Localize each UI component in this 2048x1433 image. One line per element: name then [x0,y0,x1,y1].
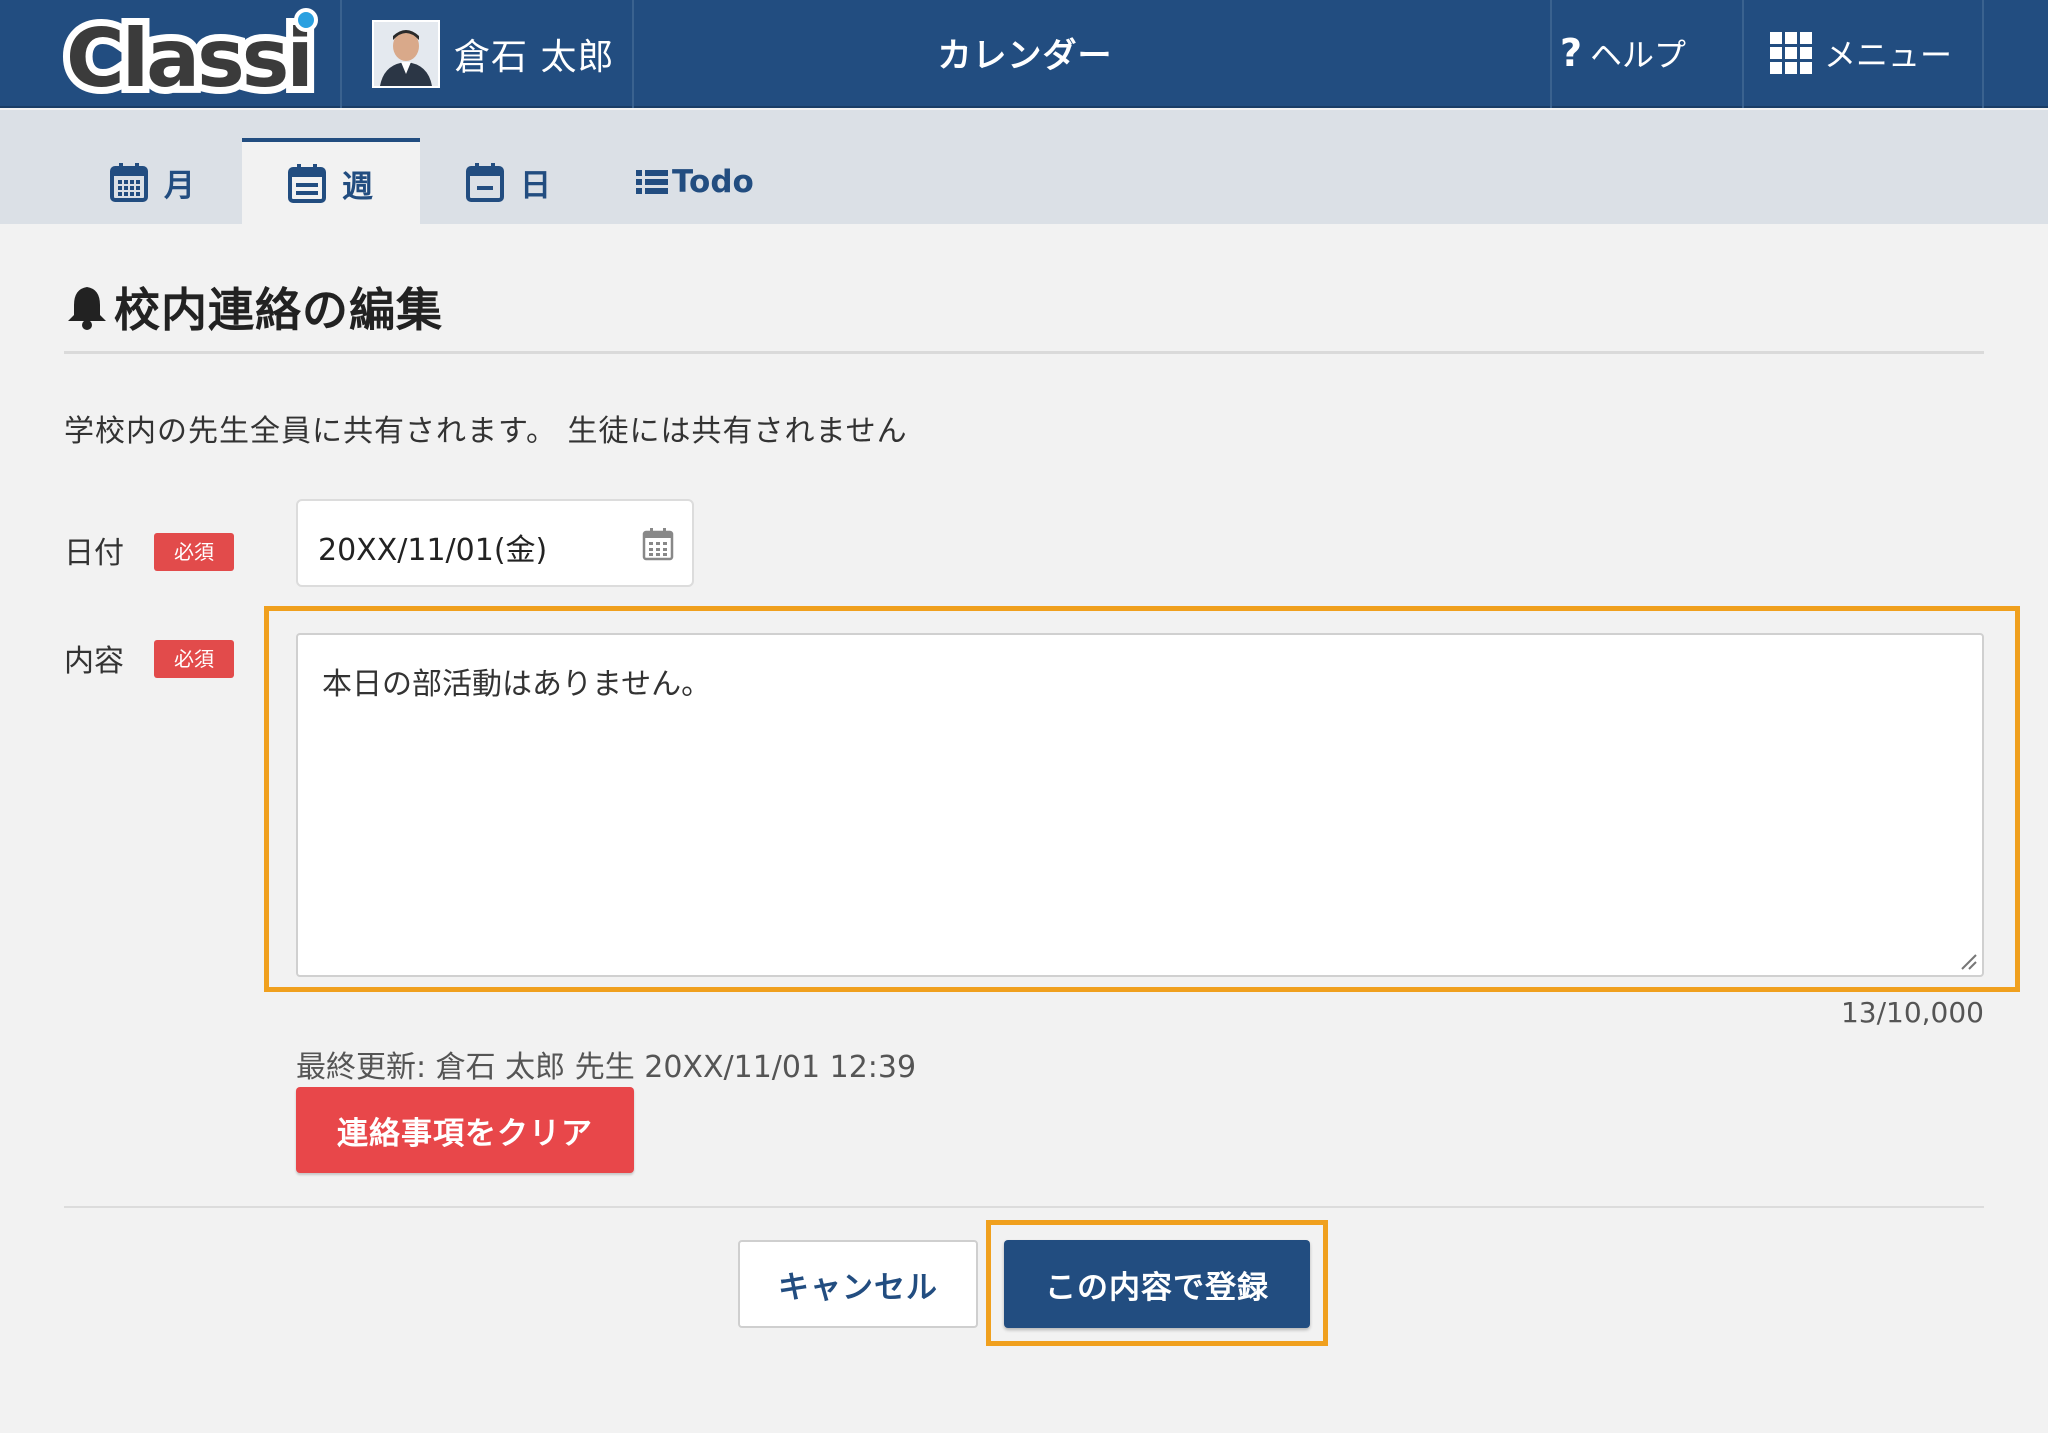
header-divider [632,0,634,108]
clear-notice-button[interactable]: 連絡事項をクリア [296,1087,634,1173]
view-tabs: 月 週 日 Todo [0,110,2048,224]
tab-week-label: 週 [342,168,373,205]
header-divider [1742,0,1744,108]
tab-day[interactable]: 日 [466,140,551,224]
menu-button[interactable]: メニュー [1770,30,1952,76]
required-badge: 必須 [154,640,234,678]
header-divider [1550,0,1552,108]
calendar-day-icon [466,163,504,202]
user-name: 倉石 太郎 [454,37,615,78]
help-label: ヘルプ [1590,36,1687,74]
section-description: 学校内の先生全員に共有されます。 生徒には共有されません [64,414,908,449]
classi-logo[interactable]: Classi [59,4,324,112]
app-header: Classi 倉石 太郎 カレンダー ? ヘルプ メニュー [0,0,2048,112]
app-page-title: カレンダー [937,36,1113,76]
required-badge: 必須 [154,533,234,571]
calendar-week-icon [288,164,326,203]
user-profile[interactable]: 倉石 太郎 [372,20,614,88]
footer-divider [64,1206,1984,1208]
date-value: 20XX/11/01(金) [318,533,548,568]
last-update-info: 最終更新: 倉石 太郎 先生 20XX/11/01 12:39 [296,1050,917,1085]
tab-week[interactable]: 週 [242,138,420,224]
help-icon: ? [1560,31,1583,75]
section-title: 校内連絡の編集 [64,274,443,340]
tab-todo[interactable]: Todo [636,140,754,224]
help-button[interactable]: ? ヘルプ [1560,30,1686,76]
date-input[interactable]: 20XX/11/01(金) [296,499,694,587]
svg-text:Classi: Classi [66,12,311,102]
calendar-month-icon [110,163,148,202]
list-icon [636,170,668,194]
content-text: 本日の部活動はありません。 [322,667,712,702]
resize-handle-icon[interactable] [1960,953,1978,971]
menu-label: メニュー [1824,36,1953,74]
submit-button[interactable]: この内容で登録 [1004,1240,1310,1328]
tab-month-label: 月 [164,167,195,204]
grid-menu-icon [1770,32,1812,74]
avatar [372,20,440,88]
title-divider [64,351,1984,354]
char-counter: 13/10,000 [1840,996,1984,1029]
tab-month[interactable]: 月 [110,140,195,224]
date-label: 日付 [64,536,124,571]
cancel-button[interactable]: キャンセル [738,1240,978,1328]
content-label: 内容 [64,644,124,679]
tab-day-label: 日 [520,167,551,204]
calendar-icon[interactable] [642,527,674,561]
content-textarea[interactable]: 本日の部活動はありません。 [296,633,1984,977]
section-title-text: 校内連絡の編集 [114,283,443,337]
tab-todo-label: Todo [672,164,754,200]
header-divider [1982,0,1984,108]
header-divider [340,0,342,108]
bell-icon [68,287,106,330]
